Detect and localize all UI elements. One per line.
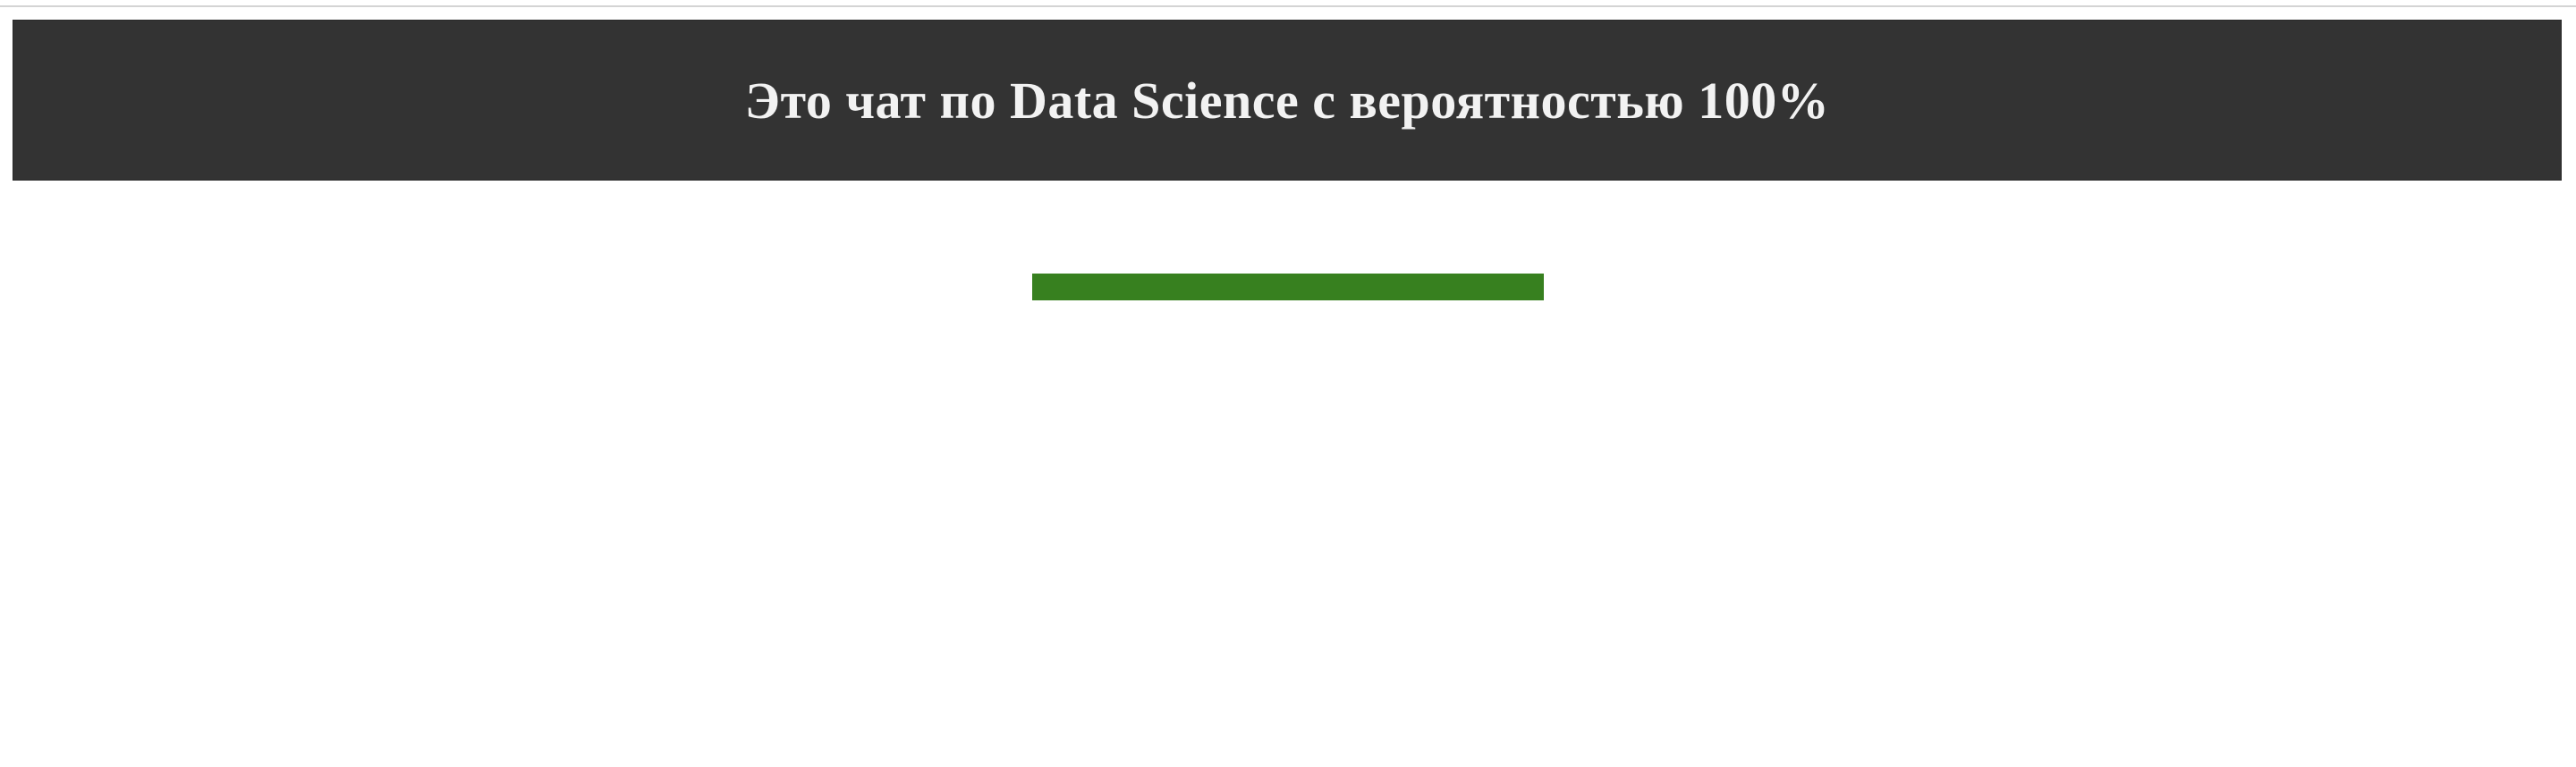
top-divider: [0, 5, 2576, 7]
progress-bar: [1032, 274, 1544, 300]
progress-bar-fill: [1032, 274, 1544, 300]
header-banner: Это чат по Data Science с вероятностью 1…: [13, 20, 2562, 181]
page-title: Это чат по Data Science с вероятностью 1…: [744, 71, 1830, 130]
